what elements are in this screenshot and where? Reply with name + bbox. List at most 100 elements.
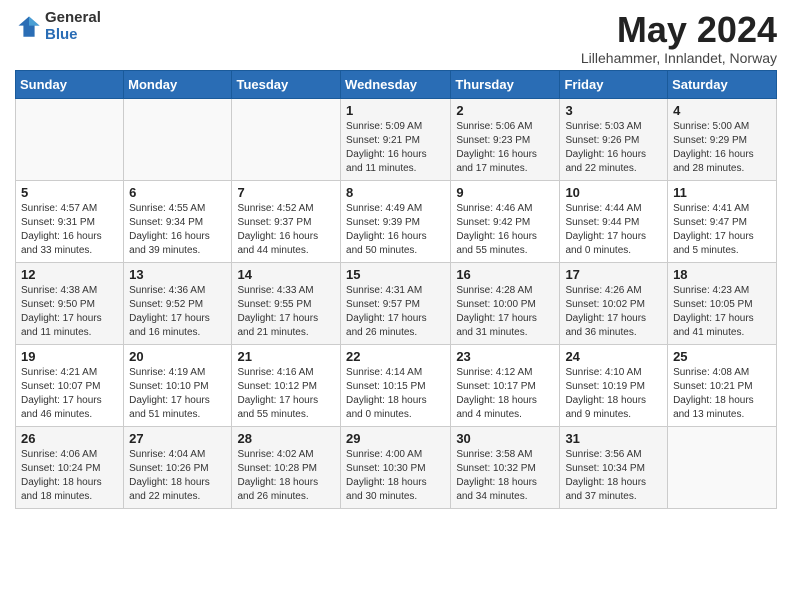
calendar-week-1: 1Sunrise: 5:09 AM Sunset: 9:21 PM Daylig… <box>16 98 777 180</box>
month-title: May 2024 <box>581 10 777 50</box>
calendar-cell: 13 Sunrise: 4:36 AM Sunset: 9:52 PM Dayli… <box>124 262 232 344</box>
weekday-header-tuesday: Tuesday <box>232 70 341 98</box>
logo-general-text: General <box>45 10 101 27</box>
day-number: 16 <box>456 267 554 282</box>
day-info: Sunrise: 4:04 AM Sunset: 10:26 PM Daylig… <box>129 448 226 504</box>
day-number: 23 <box>456 349 554 364</box>
calendar-cell: 3 Sunrise: 5:03 AM Sunset: 9:26 PM Daylig… <box>560 98 668 180</box>
weekday-header-monday: Monday <box>124 70 232 98</box>
calendar-cell: 11 Sunrise: 4:41 AM Sunset: 9:47 PM Dayli… <box>668 180 777 262</box>
day-info: Sunrise: 4:52 AM Sunset: 9:37 PM Dayligh… <box>237 202 335 258</box>
day-number: 1 <box>346 103 445 118</box>
calendar-cell: 22Sunrise: 4:14 AM Sunset: 10:15 PM Dayl… <box>341 344 451 426</box>
day-info: Sunrise: 5:00 AM Sunset: 9:29 PM Dayligh… <box>673 120 771 176</box>
day-number: 29 <box>346 431 445 446</box>
calendar-cell: 24 Sunrise: 4:10 AM Sunset: 10:19 PM Dayl… <box>560 344 668 426</box>
calendar-cell: 4Sunrise: 5:00 AM Sunset: 9:29 PM Daylig… <box>668 98 777 180</box>
day-info: Sunrise: 4:12 AM Sunset: 10:17 PM Daylig… <box>456 366 554 422</box>
day-info: Sunrise: 4:21 AM Sunset: 10:07 PM Daylig… <box>21 366 118 422</box>
day-number: 30 <box>456 431 554 446</box>
day-info: Sunrise: 4:19 AM Sunset: 10:10 PM Daylig… <box>129 366 226 422</box>
calendar-cell: 31 Sunrise: 3:56 AM Sunset: 10:34 PM Dayl… <box>560 426 668 508</box>
logo-blue-text: Blue <box>45 27 101 44</box>
day-number: 28 <box>237 431 335 446</box>
calendar-cell: 21 Sunrise: 4:16 AM Sunset: 10:12 PM Dayl… <box>232 344 341 426</box>
day-number: 10 <box>565 185 662 200</box>
day-info: Sunrise: 4:10 AM Sunset: 10:19 PM Daylig… <box>565 366 662 422</box>
logo: General Blue <box>15 10 101 43</box>
day-number: 21 <box>237 349 335 364</box>
day-info: Sunrise: 3:56 AM Sunset: 10:34 PM Daylig… <box>565 448 662 504</box>
day-info: Sunrise: 4:02 AM Sunset: 10:28 PM Daylig… <box>237 448 335 504</box>
day-info: Sunrise: 4:16 AM Sunset: 10:12 PM Daylig… <box>237 366 335 422</box>
day-info: Sunrise: 4:57 AM Sunset: 9:31 PM Dayligh… <box>21 202 118 258</box>
day-number: 9 <box>456 185 554 200</box>
day-number: 7 <box>237 185 335 200</box>
day-info: Sunrise: 4:26 AM Sunset: 10:02 PM Daylig… <box>565 284 662 340</box>
day-info: Sunrise: 3:58 AM Sunset: 10:32 PM Daylig… <box>456 448 554 504</box>
calendar-week-5: 26Sunrise: 4:06 AM Sunset: 10:24 PM Dayl… <box>16 426 777 508</box>
day-number: 20 <box>129 349 226 364</box>
day-info: Sunrise: 4:23 AM Sunset: 10:05 PM Daylig… <box>673 284 771 340</box>
day-number: 24 <box>565 349 662 364</box>
calendar-cell <box>668 426 777 508</box>
calendar-cell: 1Sunrise: 5:09 AM Sunset: 9:21 PM Daylig… <box>341 98 451 180</box>
calendar-cell: 16 Sunrise: 4:28 AM Sunset: 10:00 PM Dayl… <box>451 262 560 344</box>
calendar-cell: 28 Sunrise: 4:02 AM Sunset: 10:28 PM Dayl… <box>232 426 341 508</box>
calendar-cell: 19 Sunrise: 4:21 AM Sunset: 10:07 PM Dayl… <box>16 344 124 426</box>
day-number: 3 <box>565 103 662 118</box>
weekday-header-wednesday: Wednesday <box>341 70 451 98</box>
day-info: Sunrise: 4:41 AM Sunset: 9:47 PM Dayligh… <box>673 202 771 258</box>
day-number: 11 <box>673 185 771 200</box>
day-info: Sunrise: 4:08 AM Sunset: 10:21 PM Daylig… <box>673 366 771 422</box>
day-info: Sunrise: 4:49 AM Sunset: 9:39 PM Dayligh… <box>346 202 445 258</box>
day-number: 31 <box>565 431 662 446</box>
page-header: General Blue May 2024 Lillehammer, Innla… <box>15 10 777 66</box>
calendar-cell: 17 Sunrise: 4:26 AM Sunset: 10:02 PM Dayl… <box>560 262 668 344</box>
day-info: Sunrise: 4:33 AM Sunset: 9:55 PM Dayligh… <box>237 284 335 340</box>
day-number: 27 <box>129 431 226 446</box>
calendar-cell: 14 Sunrise: 4:33 AM Sunset: 9:55 PM Dayli… <box>232 262 341 344</box>
day-number: 18 <box>673 267 771 282</box>
day-info: Sunrise: 4:06 AM Sunset: 10:24 PM Daylig… <box>21 448 118 504</box>
day-info: Sunrise: 4:44 AM Sunset: 9:44 PM Dayligh… <box>565 202 662 258</box>
weekday-header-friday: Friday <box>560 70 668 98</box>
weekday-header-saturday: Saturday <box>668 70 777 98</box>
day-info: Sunrise: 4:46 AM Sunset: 9:42 PM Dayligh… <box>456 202 554 258</box>
day-number: 8 <box>346 185 445 200</box>
calendar-cell: 9 Sunrise: 4:46 AM Sunset: 9:42 PM Daylig… <box>451 180 560 262</box>
calendar-cell <box>232 98 341 180</box>
calendar-cell: 25Sunrise: 4:08 AM Sunset: 10:21 PM Dayl… <box>668 344 777 426</box>
day-info: Sunrise: 4:31 AM Sunset: 9:57 PM Dayligh… <box>346 284 445 340</box>
day-number: 17 <box>565 267 662 282</box>
day-number: 5 <box>21 185 118 200</box>
calendar-cell: 7 Sunrise: 4:52 AM Sunset: 9:37 PM Daylig… <box>232 180 341 262</box>
calendar-cell: 2Sunrise: 5:06 AM Sunset: 9:23 PM Daylig… <box>451 98 560 180</box>
calendar-cell: 8 Sunrise: 4:49 AM Sunset: 9:39 PM Daylig… <box>341 180 451 262</box>
day-info: Sunrise: 5:03 AM Sunset: 9:26 PM Dayligh… <box>565 120 662 176</box>
calendar-cell: 20 Sunrise: 4:19 AM Sunset: 10:10 PM Dayl… <box>124 344 232 426</box>
day-info: Sunrise: 4:14 AM Sunset: 10:15 PM Daylig… <box>346 366 445 422</box>
calendar-cell: 12Sunrise: 4:38 AM Sunset: 9:50 PM Dayli… <box>16 262 124 344</box>
weekday-header-row: SundayMondayTuesdayWednesdayThursdayFrid… <box>16 70 777 98</box>
weekday-header-thursday: Thursday <box>451 70 560 98</box>
calendar-week-2: 5 Sunrise: 4:57 AM Sunset: 9:31 PM Daylig… <box>16 180 777 262</box>
day-info: Sunrise: 4:38 AM Sunset: 9:50 PM Dayligh… <box>21 284 118 340</box>
day-info: Sunrise: 4:28 AM Sunset: 10:00 PM Daylig… <box>456 284 554 340</box>
day-info: Sunrise: 4:55 AM Sunset: 9:34 PM Dayligh… <box>129 202 226 258</box>
logo-icon <box>15 13 43 41</box>
calendar-cell: 26Sunrise: 4:06 AM Sunset: 10:24 PM Dayl… <box>16 426 124 508</box>
day-info: Sunrise: 4:36 AM Sunset: 9:52 PM Dayligh… <box>129 284 226 340</box>
calendar-week-3: 12Sunrise: 4:38 AM Sunset: 9:50 PM Dayli… <box>16 262 777 344</box>
day-number: 19 <box>21 349 118 364</box>
calendar-cell: 27 Sunrise: 4:04 AM Sunset: 10:26 PM Dayl… <box>124 426 232 508</box>
calendar-cell: 6Sunrise: 4:55 AM Sunset: 9:34 PM Daylig… <box>124 180 232 262</box>
day-number: 14 <box>237 267 335 282</box>
day-number: 15 <box>346 267 445 282</box>
calendar-cell: 23 Sunrise: 4:12 AM Sunset: 10:17 PM Dayl… <box>451 344 560 426</box>
day-number: 13 <box>129 267 226 282</box>
calendar-cell: 5 Sunrise: 4:57 AM Sunset: 9:31 PM Daylig… <box>16 180 124 262</box>
day-number: 2 <box>456 103 554 118</box>
logo-text: General Blue <box>45 10 101 43</box>
calendar-cell: 29Sunrise: 4:00 AM Sunset: 10:30 PM Dayl… <box>341 426 451 508</box>
